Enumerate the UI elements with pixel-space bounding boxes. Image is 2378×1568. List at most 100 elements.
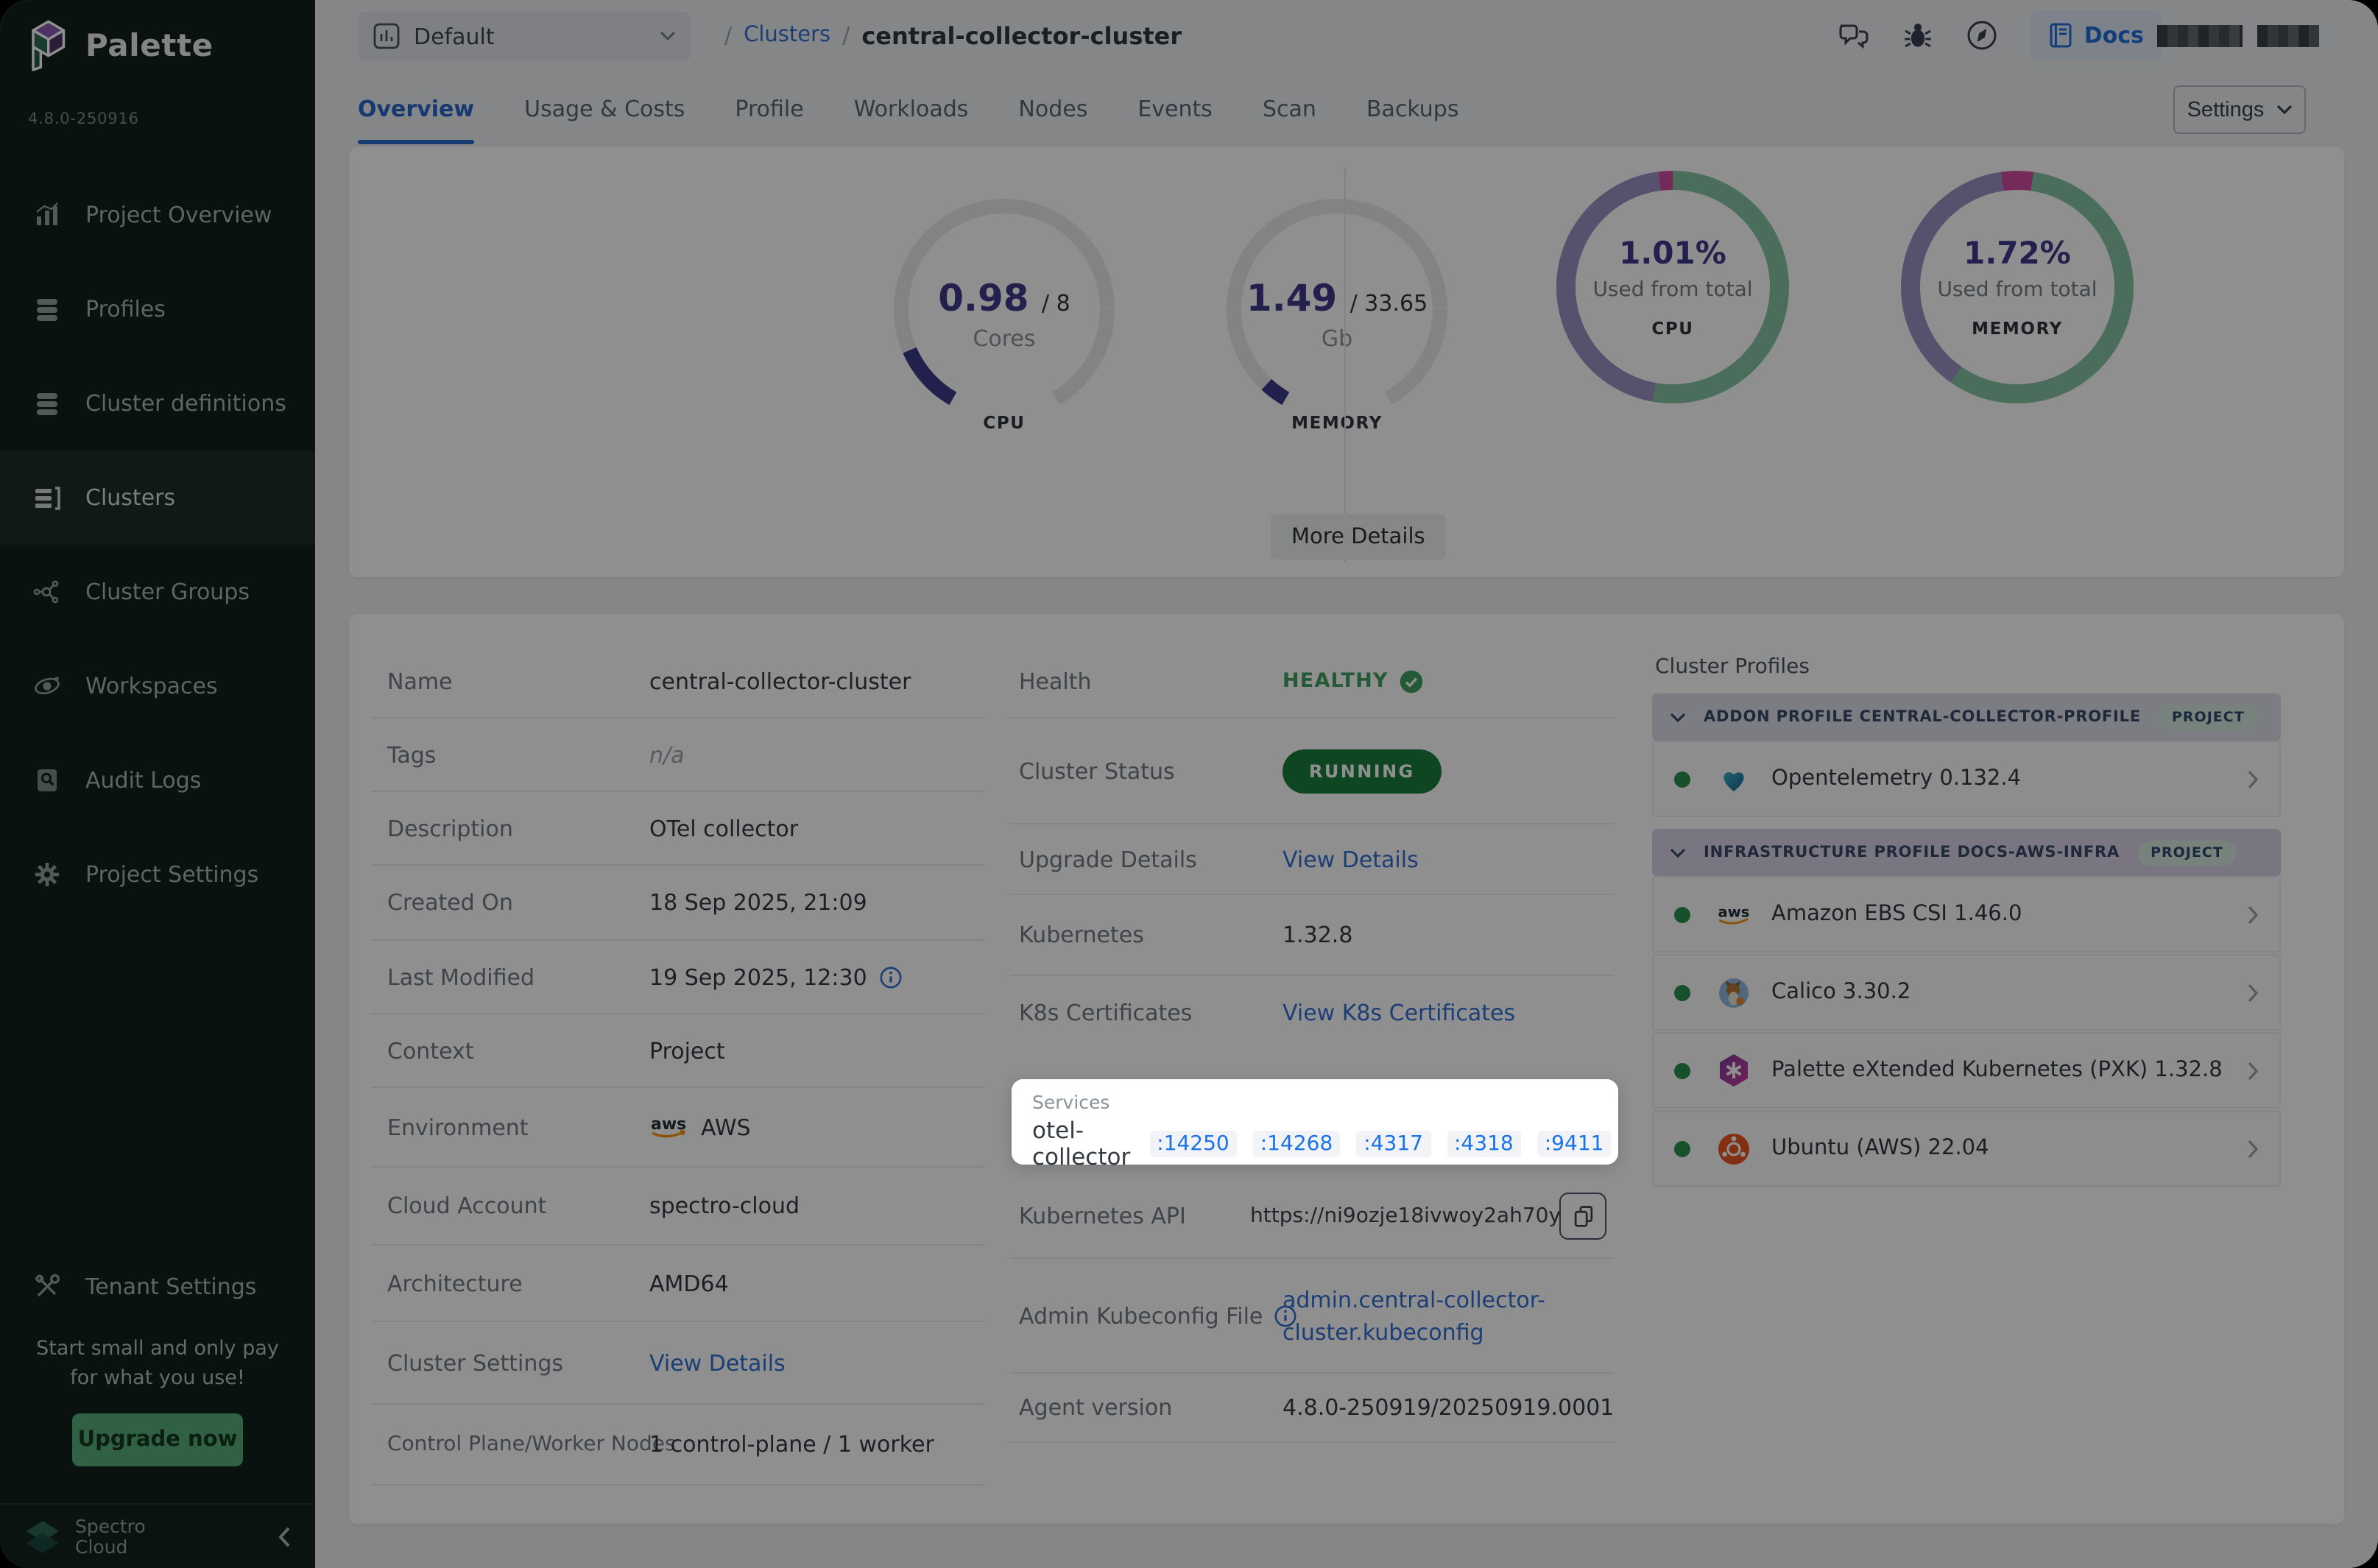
detail-row-nodes: Control Plane/Worker Nodes 1 control-pla… — [371, 1405, 985, 1486]
usage-overview-card: 0.98 / 8 Cores CPU 1.49 / 33.65 Gb MEMOR… — [349, 147, 2344, 577]
layers-icon — [32, 389, 71, 418]
detail-row-cluster-status: Cluster Status RUNNING — [1010, 718, 1614, 824]
project-selector[interactable]: Default — [358, 12, 691, 60]
tab-overview[interactable]: Overview — [358, 71, 474, 147]
sidebar-collapse-button[interactable] — [278, 1526, 292, 1547]
detail-row-cluster-settings: Cluster Settings View Details — [371, 1322, 985, 1405]
sidebar-item-label: Tenant Settings — [85, 1274, 256, 1300]
tab-profile[interactable]: Profile — [735, 71, 803, 147]
service-port-link[interactable]: :4318 — [1447, 1131, 1521, 1157]
sidebar-item-profiles[interactable]: Profiles — [0, 262, 315, 356]
sidebar-item-project-settings[interactable]: Project Settings — [0, 827, 315, 922]
sidebar-item-cluster-groups[interactable]: Cluster Groups — [0, 545, 315, 639]
sidebar-footer: Spectro Cloud — [0, 1503, 315, 1568]
memory-gauge-label: MEMORY — [1212, 412, 1462, 433]
chevron-right-icon — [2247, 983, 2259, 1002]
tab-nodes[interactable]: Nodes — [1018, 71, 1087, 147]
screen: Palette 4.8.0-250916 Project Overview Pr… — [0, 0, 2378, 1568]
docs-button[interactable]: Docs — [2031, 10, 2162, 60]
cpu-gauge: 0.98 / 8 Cores CPU — [879, 184, 1129, 434]
tab-scan[interactable]: Scan — [1263, 71, 1316, 147]
cluster-settings-view-details-link[interactable]: View Details — [649, 1349, 786, 1376]
sidebar-item-audit-logs[interactable]: Audit Logs — [0, 733, 315, 827]
network-icon — [32, 577, 71, 607]
copy-icon — [1572, 1204, 1594, 1227]
cpu-gauge-total: / 8 — [1042, 289, 1070, 316]
detail-row-kubernetes: Kubernetes 1.32.8 — [1010, 895, 1614, 976]
help-compass-icon[interactable] — [1966, 19, 1999, 52]
opentelemetry-icon — [1715, 761, 1751, 797]
upgrade-now-button[interactable]: Upgrade now — [72, 1413, 243, 1466]
tools-icon — [32, 1272, 71, 1302]
upgrade-view-details-link[interactable]: View Details — [1283, 846, 1419, 872]
cluster-profiles-panel: Cluster Profiles ADDON PROFILE CENTRAL-C… — [1652, 655, 2281, 679]
profile-layer-pxk[interactable]: Palette eXtended Kubernetes (PXK) 1.32.8 — [1652, 1032, 2281, 1109]
profile-layer-amazon-ebs-csi[interactable]: aws Amazon EBS CSI 1.46.0 — [1652, 876, 2281, 953]
profile-layer-opentelemetry[interactable]: Opentelemetry 0.132.4 — [1652, 741, 2281, 817]
chevron-right-icon — [2247, 769, 2259, 788]
infrastructure-profile-group-header[interactable]: INFRASTRUCTURE PROFILE DOCS-AWS-INFRA PR… — [1652, 829, 2281, 876]
service-port-link[interactable]: :9411 — [1537, 1131, 1612, 1157]
info-icon[interactable] — [879, 965, 903, 989]
copy-api-url-button[interactable] — [1559, 1192, 1606, 1239]
bar-chart-icon — [32, 200, 71, 230]
tab-backups[interactable]: Backups — [1366, 71, 1459, 147]
sidebar-item-label: Cluster definitions — [85, 390, 286, 417]
cluster-tabs-row: Overview Usage & Costs Profile Workloads… — [315, 71, 2378, 147]
services-section: Services otel-collector :14250 :14268 :4… — [1012, 1079, 1618, 1165]
profile-layer-ubuntu[interactable]: Ubuntu (AWS) 22.04 — [1652, 1110, 2281, 1187]
chevron-right-icon — [2247, 1139, 2259, 1158]
chevron-down-icon — [660, 31, 676, 41]
sidebar-item-workspaces[interactable]: Workspaces — [0, 639, 315, 733]
detail-row-last-modified: Last Modified 19 Sep 2025, 12:30 — [371, 941, 985, 1014]
cpu-gauge-label: CPU — [879, 412, 1129, 433]
bug-report-icon[interactable] — [1903, 20, 1934, 51]
cpu-donut-caption: Used from total — [1592, 278, 1752, 302]
control-plane-worker-value: 1 control-plane / 1 worker — [649, 1431, 934, 1458]
calico-icon — [1715, 975, 1751, 1010]
palette-logo[interactable]: Palette — [24, 18, 214, 74]
sidebar-item-label: Project Overview — [85, 202, 272, 228]
cpu-gauge-value: 0.98 — [938, 276, 1029, 319]
running-status-pill[interactable]: RUNNING — [1283, 749, 1442, 793]
layer-status-dot — [1674, 1140, 1690, 1156]
service-port-link[interactable]: :14268 — [1253, 1131, 1341, 1157]
tags-value: n/a — [649, 741, 685, 768]
breadcrumb-clusters-link[interactable]: Clusters — [744, 24, 830, 47]
cpu-donut-percent: 1.01% — [1619, 236, 1726, 271]
profile-layer-calico[interactable]: Calico 3.30.2 — [1652, 954, 2281, 1031]
service-port-link[interactable]: :14250 — [1149, 1131, 1237, 1157]
description-value: OTel collector — [649, 815, 798, 841]
more-details-button[interactable]: More Details — [1271, 514, 1446, 559]
sidebar-item-tenant-settings[interactable]: Tenant Settings — [0, 1240, 315, 1334]
pxk-icon — [1715, 1053, 1751, 1088]
sidebar-item-cluster-definitions[interactable]: Cluster definitions — [0, 356, 315, 451]
card-divider — [1344, 168, 1346, 562]
service-name: otel-collector — [1032, 1117, 1130, 1170]
book-icon — [2049, 22, 2074, 49]
ubuntu-icon — [1715, 1131, 1751, 1166]
admin-kubeconfig-link[interactable]: admin.central-collector-cluster.kubeconf… — [1283, 1283, 1603, 1348]
addon-profile-group-header[interactable]: ADDON PROFILE CENTRAL-COLLECTOR-PROFILE … — [1652, 693, 2281, 741]
kubernetes-api-url: https://ni9ozje18ivwoy2ah70ynx... — [1250, 1204, 1583, 1227]
tab-usage-costs[interactable]: Usage & Costs — [524, 71, 685, 147]
docs-button-label: Docs — [2084, 22, 2144, 49]
tab-workloads[interactable]: Workloads — [854, 71, 969, 147]
viewport: Palette 4.8.0-250916 Project Overview Pr… — [0, 0, 2378, 1568]
memory-donut-caption: Used from total — [1937, 278, 2097, 302]
agent-version-value: 4.8.0-250919/20250919.0001 — [1283, 1394, 1614, 1421]
sidebar-item-clusters[interactable]: Clusters — [0, 451, 315, 545]
tab-events[interactable]: Events — [1137, 71, 1213, 147]
detail-row-description: Description OTel collector — [371, 792, 985, 866]
view-k8s-certificates-link[interactable]: View K8s Certificates — [1283, 1000, 1515, 1026]
detail-row-admin-kubeconfig: Admin Kubeconfig File admin.central-coll… — [1010, 1259, 1614, 1374]
user-name-redacted[interactable] — [2157, 25, 2319, 47]
sidebar-item-label: Clusters — [85, 484, 175, 511]
sidebar-item-project-overview[interactable]: Project Overview — [0, 168, 315, 262]
feedback-chat-icon[interactable] — [1837, 20, 1871, 51]
breadcrumb: / Clusters / central-collector-cluster — [724, 0, 1182, 71]
service-port-link[interactable]: :4317 — [1356, 1131, 1430, 1157]
cluster-profiles-title: Cluster Profiles — [1655, 655, 2281, 679]
settings-button[interactable]: Settings — [2173, 85, 2306, 134]
architecture-value: AMD64 — [649, 1270, 729, 1296]
